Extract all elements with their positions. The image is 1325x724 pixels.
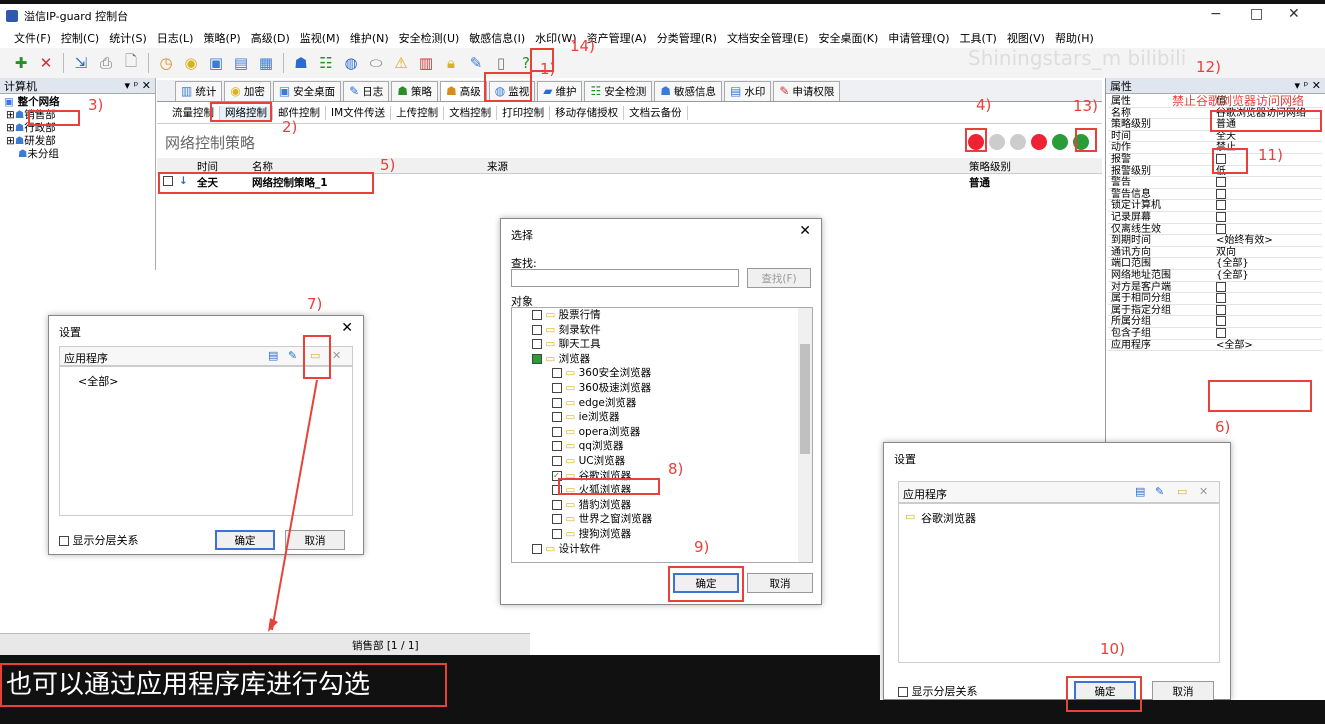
step-label-3: 3)	[88, 96, 104, 114]
annotation-arrow	[268, 379, 318, 632]
step-label-7: 7)	[307, 295, 323, 313]
step-label-11: 11)	[1258, 146, 1283, 164]
step-label-6: 6)	[1215, 418, 1231, 436]
step-label-13: 13)	[1073, 97, 1098, 115]
step-label-5: 5)	[380, 156, 396, 174]
step-label-12: 12)	[1196, 58, 1221, 76]
step-label-10: 10)	[1100, 640, 1125, 658]
step-label-4: 4)	[976, 96, 992, 114]
name-hint: 禁止谷歌浏览器访问网络	[1172, 94, 1305, 108]
step-label-1: 1)	[540, 60, 556, 78]
step-label-8: 8)	[668, 460, 684, 478]
step-label-2: 2)	[282, 118, 298, 136]
step-label-14: 14)	[570, 37, 595, 55]
step-label-9: 9)	[694, 538, 710, 556]
